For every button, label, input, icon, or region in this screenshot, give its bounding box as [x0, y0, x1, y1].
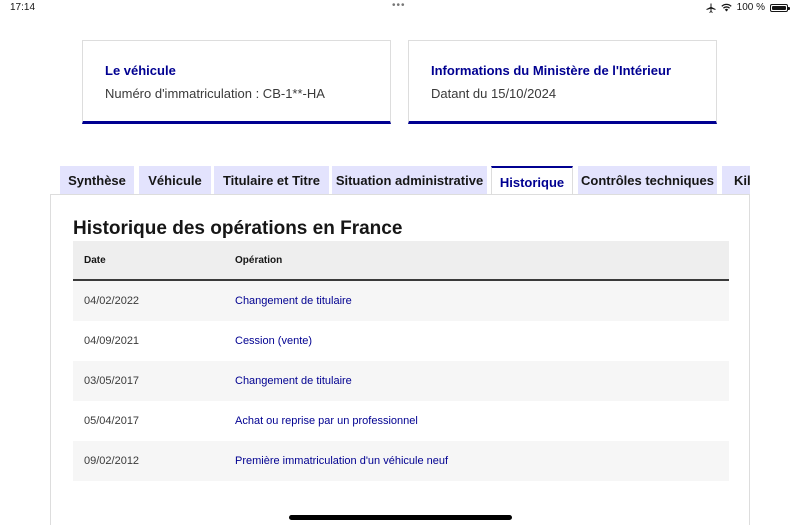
tab-controles-techniques[interactable]: Contrôles techniques	[578, 166, 717, 195]
tab-synthese[interactable]: Synthèse	[60, 166, 134, 195]
vehicle-card-title: Le véhicule	[105, 63, 176, 78]
tab-titulaire-et-titre[interactable]: Titulaire et Titre	[214, 166, 329, 195]
table-row: 09/02/2012 Première immatriculation d'un…	[73, 441, 729, 481]
history-panel: Historique des opérations en France Date…	[50, 194, 750, 525]
table-row: 04/09/2021 Cession (vente)	[73, 321, 729, 361]
home-indicator[interactable]	[289, 515, 512, 520]
table-header: Date Opération	[73, 241, 729, 281]
table-body: 04/02/2022 Changement de titulaire 04/09…	[73, 281, 729, 481]
registration-number: Numéro d'immatriculation : CB-1**-HA	[105, 86, 325, 101]
battery-percentage: 100 %	[736, 2, 765, 13]
ministry-info-card: Informations du Ministère de l'Intérieur…	[408, 40, 717, 124]
history-title: Historique des opérations en France	[73, 218, 403, 239]
row-operation: Changement de titulaire	[235, 295, 352, 307]
row-date: 05/04/2017	[84, 415, 140, 427]
history-table: Date Opération 04/02/2022 Changement de …	[73, 241, 729, 481]
vehicle-card: Le véhicule Numéro d'immatriculation : C…	[82, 40, 391, 124]
row-operation: Première immatriculation d'un véhicule n…	[235, 455, 449, 467]
tab-situation-administrative[interactable]: Situation administrative	[332, 166, 487, 195]
airplane-icon	[706, 3, 716, 13]
multitasking-dots-icon[interactable]: •••	[392, 0, 406, 11]
row-operation: Changement de titulaire	[235, 375, 352, 387]
tab-historique[interactable]: Historique	[491, 166, 573, 195]
tab-kilometrage[interactable]: Kilométrage	[722, 166, 750, 195]
column-header-date: Date	[84, 254, 106, 266]
tab-bar: Synthèse Véhicule Titulaire et Titre Sit…	[60, 166, 750, 195]
table-row: 04/02/2022 Changement de titulaire	[73, 281, 729, 321]
row-operation: Cession (vente)	[235, 335, 313, 347]
table-row: 05/04/2017 Achat ou reprise par un profe…	[73, 401, 729, 441]
status-time: 17:14	[10, 2, 36, 13]
info-date: Datant du 15/10/2024	[431, 86, 557, 101]
status-bar: 17:14 ••• 100 %	[0, 0, 800, 16]
table-row: 03/05/2017 Changement de titulaire	[73, 361, 729, 401]
column-header-operation: Opération	[235, 254, 283, 266]
status-indicators: 100 %	[706, 2, 790, 13]
row-date: 04/02/2022	[84, 295, 140, 307]
ministry-card-title: Informations du Ministère de l'Intérieur	[431, 63, 672, 78]
row-date: 09/02/2012	[84, 455, 140, 467]
row-date: 03/05/2017	[84, 375, 140, 387]
row-date: 04/09/2021	[84, 335, 140, 347]
battery-icon	[770, 3, 790, 12]
wifi-icon	[720, 3, 732, 12]
tab-vehicule[interactable]: Véhicule	[139, 166, 211, 195]
row-operation: Achat ou reprise par un professionnel	[235, 415, 418, 427]
